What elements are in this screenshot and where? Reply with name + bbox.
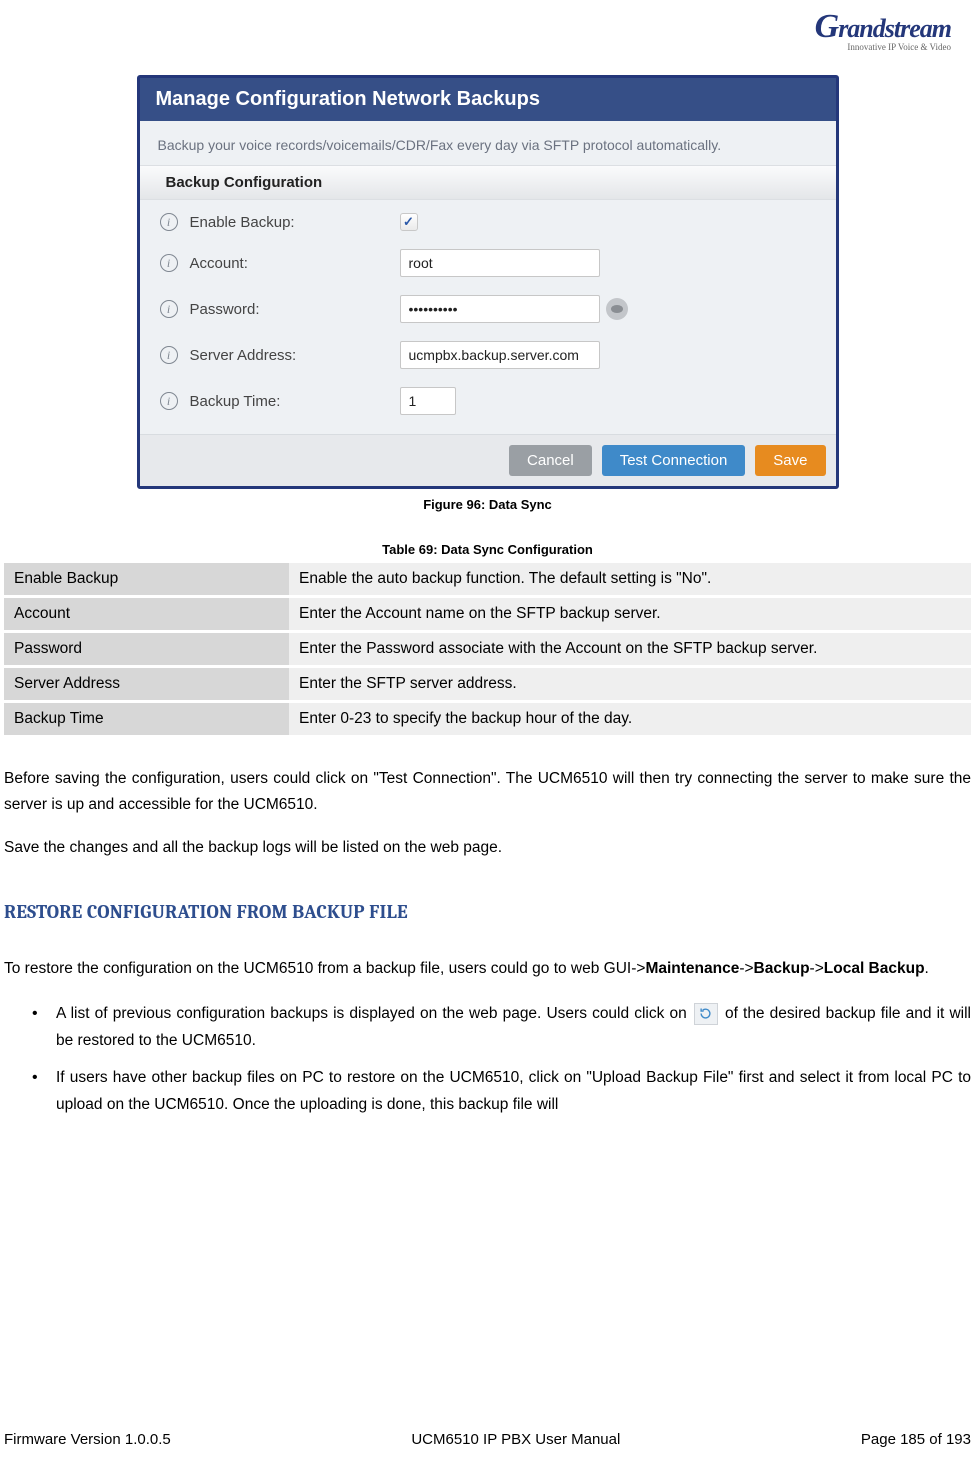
cfg-name: Server Address: [4, 667, 289, 702]
footer-center: UCM6510 IP PBX User Manual: [411, 1431, 620, 1448]
list-item: If users have other backup files on PC t…: [32, 1064, 971, 1118]
restore-icon[interactable]: [694, 1003, 718, 1025]
info-icon[interactable]: i: [160, 254, 178, 272]
nav-path-a: Maintenance: [645, 960, 739, 977]
dialog-title: Manage Configuration Network Backups: [140, 78, 836, 121]
nav-path-b: Backup: [754, 960, 810, 977]
config-screenshot: Manage Configuration Network Backups Bac…: [137, 75, 839, 489]
info-icon[interactable]: i: [160, 346, 178, 364]
config-table: Enable BackupEnable the auto backup func…: [4, 563, 971, 738]
cfg-name: Account: [4, 597, 289, 632]
cfg-desc: Enter the SFTP server address.: [289, 667, 971, 702]
section-header: Backup Configuration: [140, 165, 836, 200]
dialog-subtitle: Backup your voice records/voicemails/CDR…: [140, 121, 836, 165]
cfg-desc: Enable the auto backup function. The def…: [289, 563, 971, 597]
list-item: A list of previous configuration backups…: [32, 1000, 971, 1054]
show-password-icon[interactable]: [606, 298, 628, 320]
account-label: Account:: [190, 255, 400, 272]
cfg-name: Enable Backup: [4, 563, 289, 597]
nav-path-c: Local Backup: [824, 960, 925, 977]
cfg-name: Backup Time: [4, 702, 289, 737]
paragraph: Before saving the configuration, users c…: [4, 766, 971, 817]
enable-backup-checkbox[interactable]: ✓: [400, 213, 418, 231]
cancel-button[interactable]: Cancel: [509, 445, 592, 476]
page-footer: Firmware Version 1.0.0.5 UCM6510 IP PBX …: [0, 1431, 975, 1448]
info-icon[interactable]: i: [160, 392, 178, 410]
test-connection-button[interactable]: Test Connection: [602, 445, 746, 476]
account-input[interactable]: [400, 249, 600, 277]
server-address-input[interactable]: [400, 341, 600, 369]
cfg-desc: Enter the Account name on the SFTP backu…: [289, 597, 971, 632]
cfg-desc: Enter the Password associate with the Ac…: [289, 632, 971, 667]
password-label: Password:: [190, 301, 400, 318]
table-row: Enable BackupEnable the auto backup func…: [4, 563, 971, 597]
enable-backup-label: Enable Backup:: [190, 214, 400, 231]
table-row: Backup TimeEnter 0-23 to specify the bac…: [4, 702, 971, 737]
brand-logo: Grandstream Innovative IP Voice & Video: [815, 8, 951, 52]
password-input[interactable]: [400, 295, 600, 323]
backup-time-input[interactable]: [400, 387, 456, 415]
footer-left: Firmware Version 1.0.0.5: [4, 1431, 171, 1448]
paragraph: Save the changes and all the backup logs…: [4, 835, 971, 861]
cfg-name: Password: [4, 632, 289, 667]
restore-heading: RESTORE CONFIGURATION FROM BACKUP FILE: [4, 897, 971, 928]
table-row: AccountEnter the Account name on the SFT…: [4, 597, 971, 632]
info-icon[interactable]: i: [160, 213, 178, 231]
save-button[interactable]: Save: [755, 445, 825, 476]
bullet-text: A list of previous configuration backups…: [56, 1005, 692, 1022]
info-icon[interactable]: i: [160, 300, 178, 318]
restore-intro: To restore the configuration on the UCM6…: [4, 956, 971, 982]
intro-text: To restore the configuration on the UCM6…: [4, 960, 645, 977]
table-row: PasswordEnter the Password associate wit…: [4, 632, 971, 667]
table-caption: Table 69: Data Sync Configuration: [4, 542, 971, 557]
figure-caption: Figure 96: Data Sync: [4, 497, 971, 512]
footer-right: Page 185 of 193: [861, 1431, 971, 1448]
table-row: Server AddressEnter the SFTP server addr…: [4, 667, 971, 702]
backup-time-label: Backup Time:: [190, 393, 400, 410]
server-address-label: Server Address:: [190, 347, 400, 364]
cfg-desc: Enter 0-23 to specify the backup hour of…: [289, 702, 971, 737]
